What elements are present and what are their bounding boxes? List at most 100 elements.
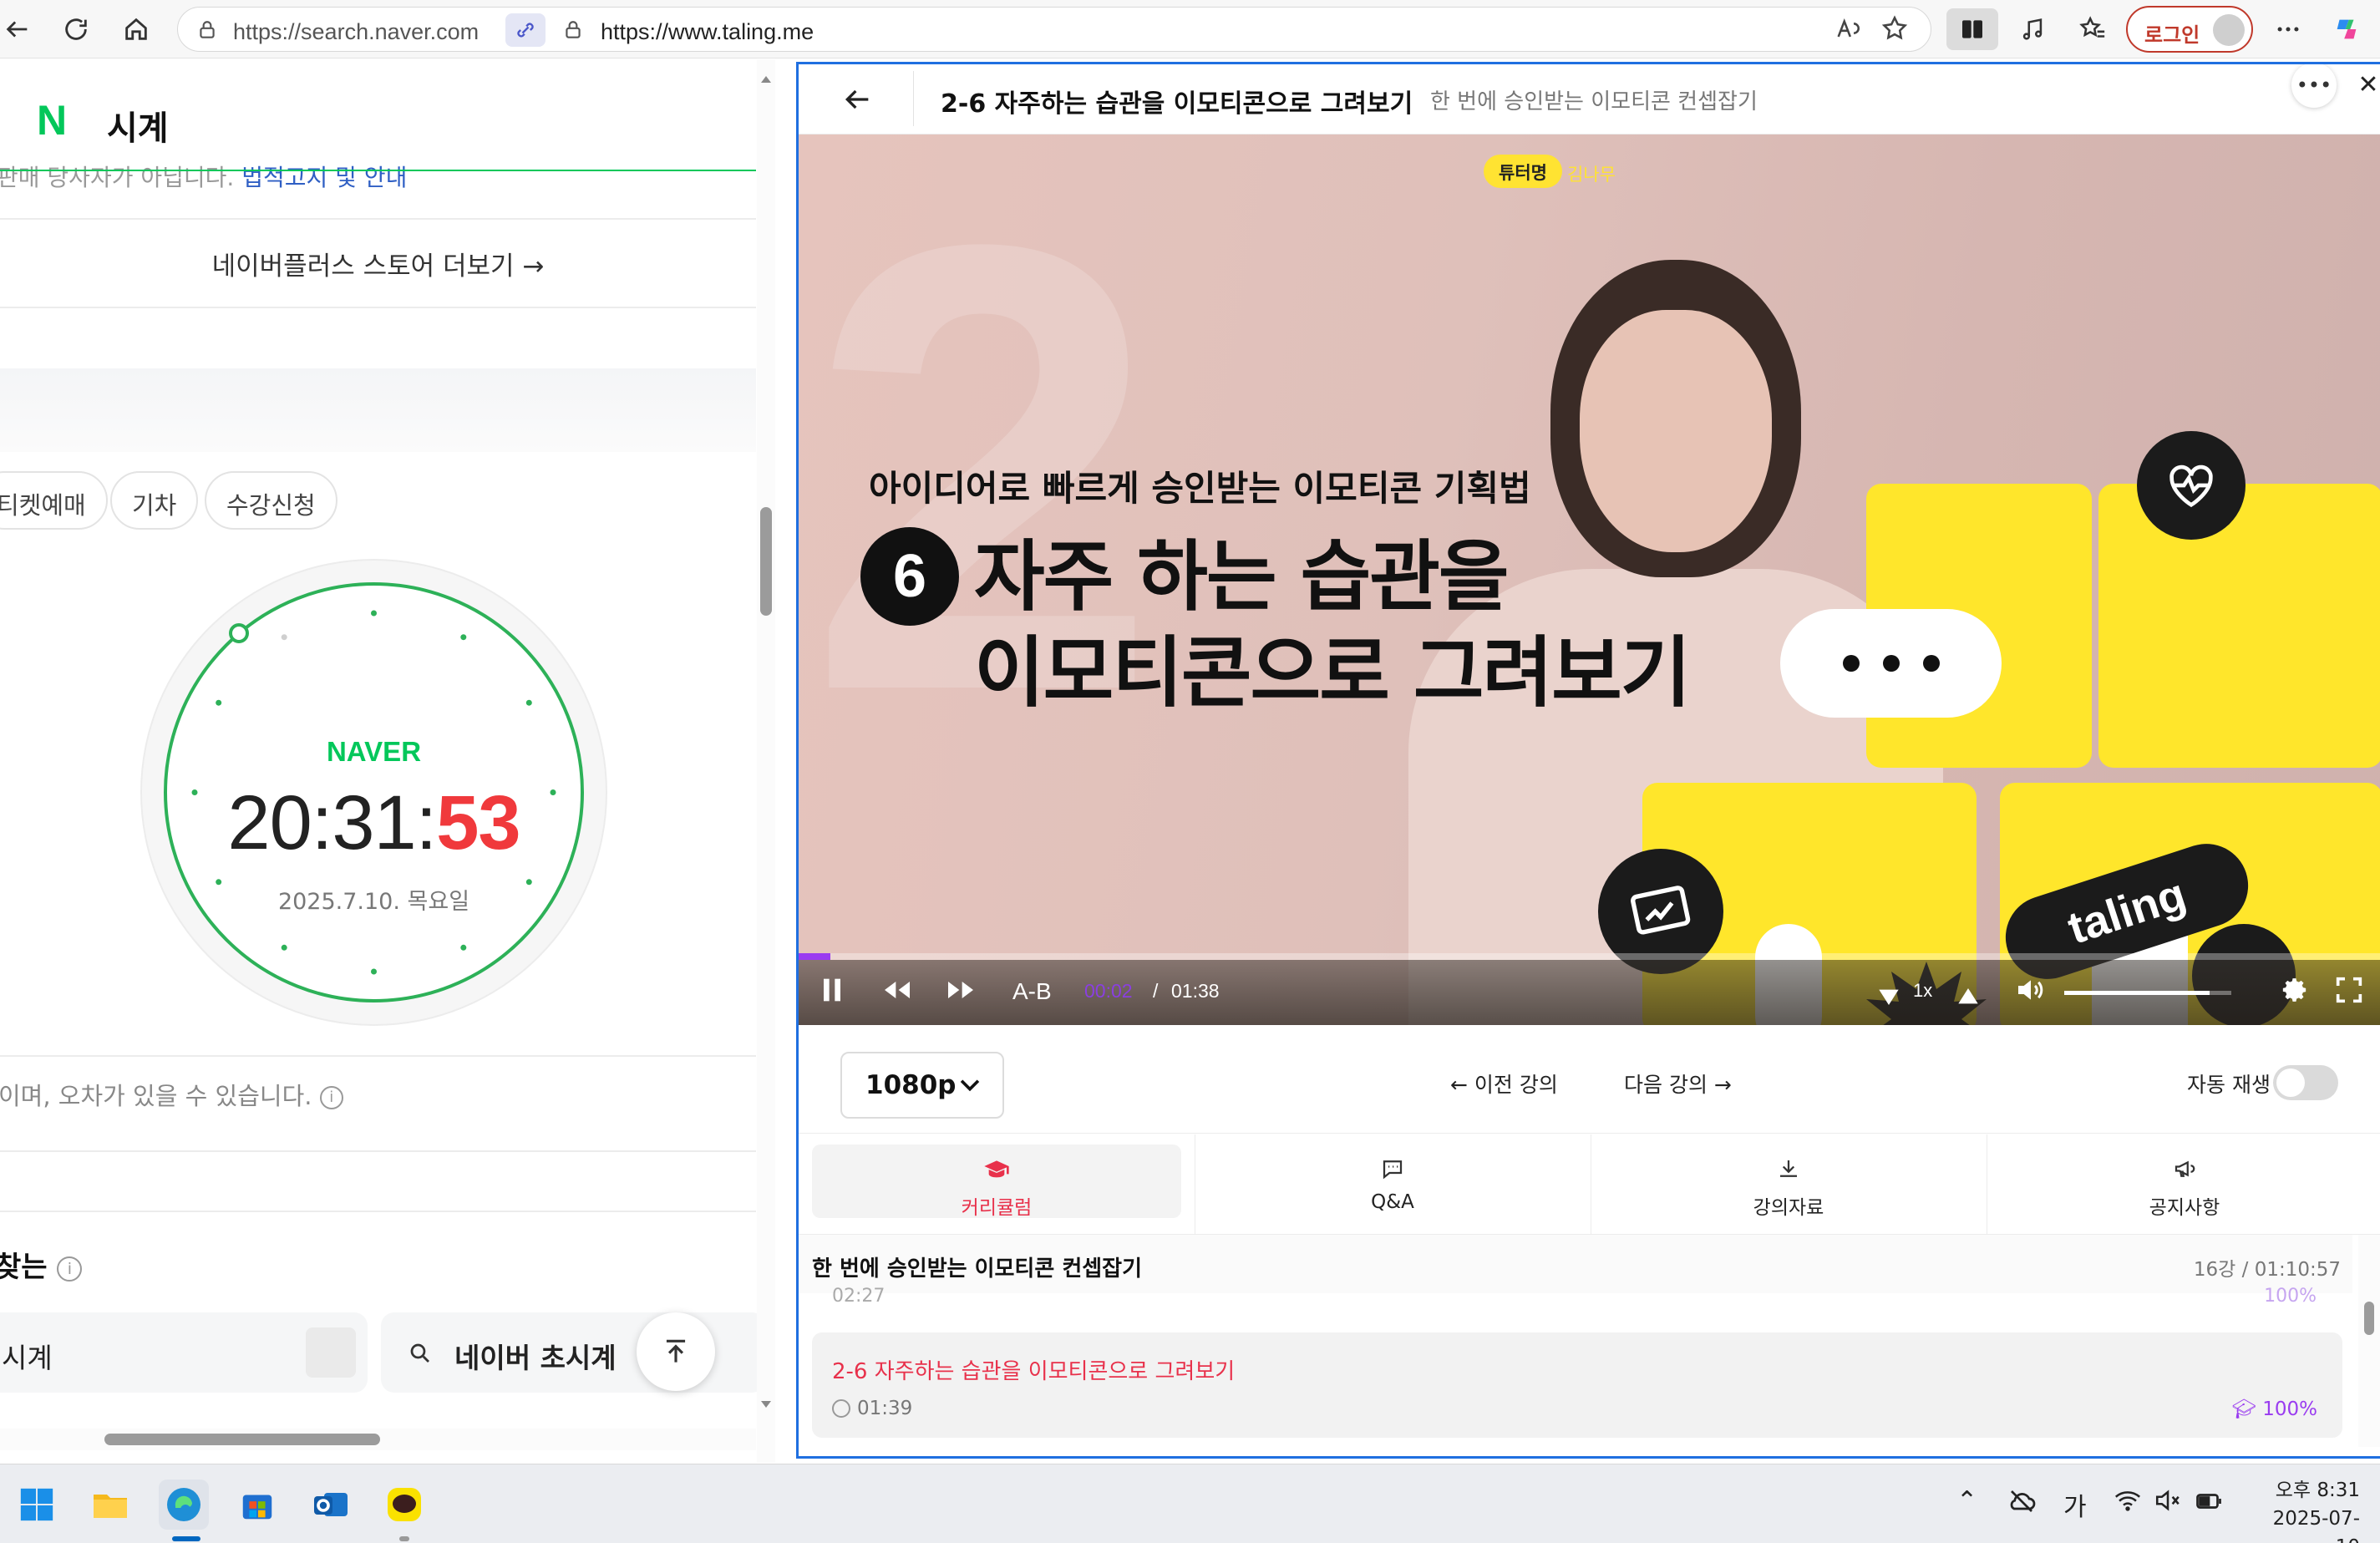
scroll-to-top-button[interactable] bbox=[637, 1312, 715, 1391]
download-icon bbox=[1591, 1156, 1987, 1181]
tutor-badge: 튜터명 bbox=[1484, 155, 1562, 188]
divider bbox=[0, 1211, 756, 1212]
chevron-down-icon bbox=[956, 1070, 984, 1105]
back-icon[interactable] bbox=[0, 12, 35, 47]
store-icon[interactable] bbox=[232, 1480, 282, 1530]
taskbar-app-indicator bbox=[399, 1536, 409, 1541]
tab-notices[interactable]: 공지사항 bbox=[1987, 1134, 2380, 1235]
tray-overflow-icon[interactable]: ⌃ bbox=[1956, 1486, 1977, 1515]
list-item-progress: 100% bbox=[2264, 1286, 2317, 1307]
tab-qna[interactable]: Q&A bbox=[1195, 1134, 1591, 1235]
page-title: 시계 bbox=[107, 109, 169, 148]
file-explorer-icon[interactable] bbox=[85, 1480, 135, 1530]
scrollbar-thumb[interactable] bbox=[760, 507, 772, 616]
left-horizontal-scrollbar[interactable] bbox=[0, 1429, 756, 1450]
ab-repeat-button[interactable]: A-B bbox=[1012, 978, 1052, 1005]
prev-lecture-link[interactable]: ← 이전 강의 bbox=[1450, 1068, 1558, 1099]
lecture-tabs: 커리큘럼 Q&A 강의자료 공지사항 bbox=[799, 1134, 2380, 1235]
list-item-current[interactable]: 2-6 자주하는 습관을 이모티콘으로 그려보기 01:39 🎓︎ 100% bbox=[812, 1332, 2342, 1438]
edge-browser-icon[interactable] bbox=[159, 1480, 209, 1530]
time-hours-minutes: 20:31: bbox=[227, 780, 437, 865]
scrollbar-thumb[interactable] bbox=[104, 1434, 380, 1445]
more-store-link[interactable]: 네이버플러스 스토어 더보기 → bbox=[0, 245, 756, 282]
favorites-list-icon[interactable] bbox=[2075, 12, 2110, 47]
read-aloud-icon[interactable] bbox=[1830, 11, 1865, 46]
lock-icon bbox=[193, 16, 221, 44]
music-extension-icon[interactable] bbox=[2015, 12, 2050, 47]
start-icon[interactable] bbox=[12, 1480, 62, 1530]
volume-muted-icon[interactable] bbox=[2154, 1486, 2182, 1521]
chip-train[interactable]: 기차 bbox=[110, 471, 199, 530]
playback-speed[interactable]: 1x bbox=[1913, 980, 1932, 1002]
pause-icon[interactable] bbox=[815, 973, 849, 1013]
info-icon[interactable]: i bbox=[319, 1086, 343, 1109]
section-heading-text: 찾는 bbox=[0, 1251, 48, 1284]
back-arrow-icon[interactable] bbox=[840, 83, 874, 116]
left-vertical-scrollbar[interactable] bbox=[757, 59, 775, 1463]
fast-forward-icon[interactable] bbox=[944, 973, 977, 1013]
legal-notice-link[interactable]: 법적고지 및 안내 bbox=[241, 164, 407, 191]
graduation-cap-icon bbox=[799, 1156, 1195, 1183]
volume-slider[interactable] bbox=[2064, 991, 2231, 995]
kakaotalk-icon[interactable] bbox=[379, 1480, 429, 1530]
list-item-duration: 02:27 bbox=[832, 1286, 886, 1307]
megaphone-icon bbox=[1987, 1156, 2380, 1181]
wifi-icon[interactable] bbox=[2114, 1486, 2142, 1521]
more-menu-icon[interactable] bbox=[2271, 12, 2306, 47]
time-separator: / bbox=[1153, 980, 1159, 1002]
speed-down-icon[interactable] bbox=[1872, 980, 1906, 1019]
battery-icon[interactable] bbox=[2194, 1486, 2224, 1523]
autoplay-toggle[interactable] bbox=[2273, 1065, 2338, 1100]
split-link-icon[interactable] bbox=[505, 13, 546, 47]
tab-materials[interactable]: 강의자료 bbox=[1591, 1134, 1987, 1235]
volume-icon[interactable] bbox=[2014, 973, 2048, 1013]
rewind-icon[interactable] bbox=[880, 973, 914, 1013]
curriculum-scrollbar[interactable] bbox=[2358, 1235, 2380, 1447]
refresh-icon[interactable] bbox=[58, 12, 94, 47]
header-divider bbox=[0, 170, 756, 171]
divider bbox=[0, 1055, 756, 1057]
speed-up-icon[interactable] bbox=[1951, 980, 1985, 1019]
info-icon[interactable]: i bbox=[57, 1256, 83, 1282]
chip-ticket[interactable]: 티켓예매 bbox=[0, 471, 108, 530]
next-lecture-link[interactable]: 다음 강의 → bbox=[1624, 1068, 1732, 1099]
outlook-icon[interactable] bbox=[306, 1480, 356, 1530]
right-pane-url[interactable]: https://www.taling.me bbox=[601, 19, 814, 45]
overlay-number: 6 bbox=[860, 527, 959, 626]
legal-notice: 판매 당사자가 아닙니다. 법적고지 및 안내 bbox=[0, 160, 407, 193]
favorite-star-icon[interactable] bbox=[1877, 11, 1912, 46]
decor-yellow-box bbox=[2098, 484, 2380, 768]
settings-gear-icon[interactable] bbox=[2277, 973, 2311, 1013]
login-button[interactable]: 로그인 bbox=[2126, 6, 2253, 53]
digital-time: 20:31:53 bbox=[142, 779, 606, 867]
pane-more-icon[interactable]: ••• bbox=[2291, 64, 2337, 108]
left-pane-url[interactable]: https://search.naver.com bbox=[233, 19, 479, 45]
close-pane-icon[interactable]: ✕ bbox=[2352, 68, 2380, 101]
divider bbox=[0, 1150, 756, 1152]
ime-indicator[interactable]: 가 bbox=[2063, 1486, 2087, 1523]
chip-course-registration[interactable]: 수강신청 bbox=[205, 471, 337, 530]
chat-bubble-icon bbox=[1195, 1156, 1591, 1181]
home-icon[interactable] bbox=[119, 12, 154, 47]
browser-toolbar: https://search.naver.com https://www.tal… bbox=[0, 0, 2380, 58]
naver-pane: N 시계 판매 당사자가 아닙니다. 법적고지 및 안내 네이버플러스 스토어 … bbox=[0, 59, 769, 1463]
quality-select[interactable]: 1080p bbox=[840, 1052, 1004, 1119]
taskbar-clock[interactable]: 오후 8:31 2025-07-10 bbox=[2251, 1476, 2360, 1543]
split-screen-button[interactable] bbox=[1946, 8, 1998, 50]
prev-lecture-label: 이전 강의 bbox=[1474, 1073, 1558, 1097]
related-card-clock[interactable]: 시계 bbox=[0, 1312, 368, 1393]
fullscreen-icon[interactable] bbox=[2332, 973, 2366, 1013]
curriculum-title: 한 번에 승인받는 이모티콘 컨셉잡기 bbox=[812, 1256, 1143, 1282]
tab-curriculum[interactable]: 커리큘럼 bbox=[799, 1134, 1195, 1235]
progress-bar[interactable] bbox=[799, 953, 2380, 960]
copilot-icon[interactable] bbox=[2329, 12, 2364, 47]
section-heading: 찾는 i bbox=[0, 1244, 83, 1285]
analog-clock: NAVER 20:31:53 2025.7.10. 목요일 bbox=[142, 561, 606, 1024]
divider bbox=[0, 307, 756, 308]
naver-logo[interactable]: N bbox=[37, 96, 67, 145]
scrollbar-thumb[interactable] bbox=[2364, 1302, 2374, 1335]
lecture-title: 2-6 자주하는 습관을 이모티콘으로 그려보기 bbox=[941, 89, 1413, 119]
video-player[interactable]: 2 튜터명 김나무 taling 아이디어로 빠르게 승인받는 이모티콘 기획법… bbox=[799, 135, 2380, 1025]
address-bar[interactable]: https://search.naver.com https://www.tal… bbox=[177, 7, 1931, 52]
onedrive-icon[interactable] bbox=[2007, 1486, 2037, 1523]
